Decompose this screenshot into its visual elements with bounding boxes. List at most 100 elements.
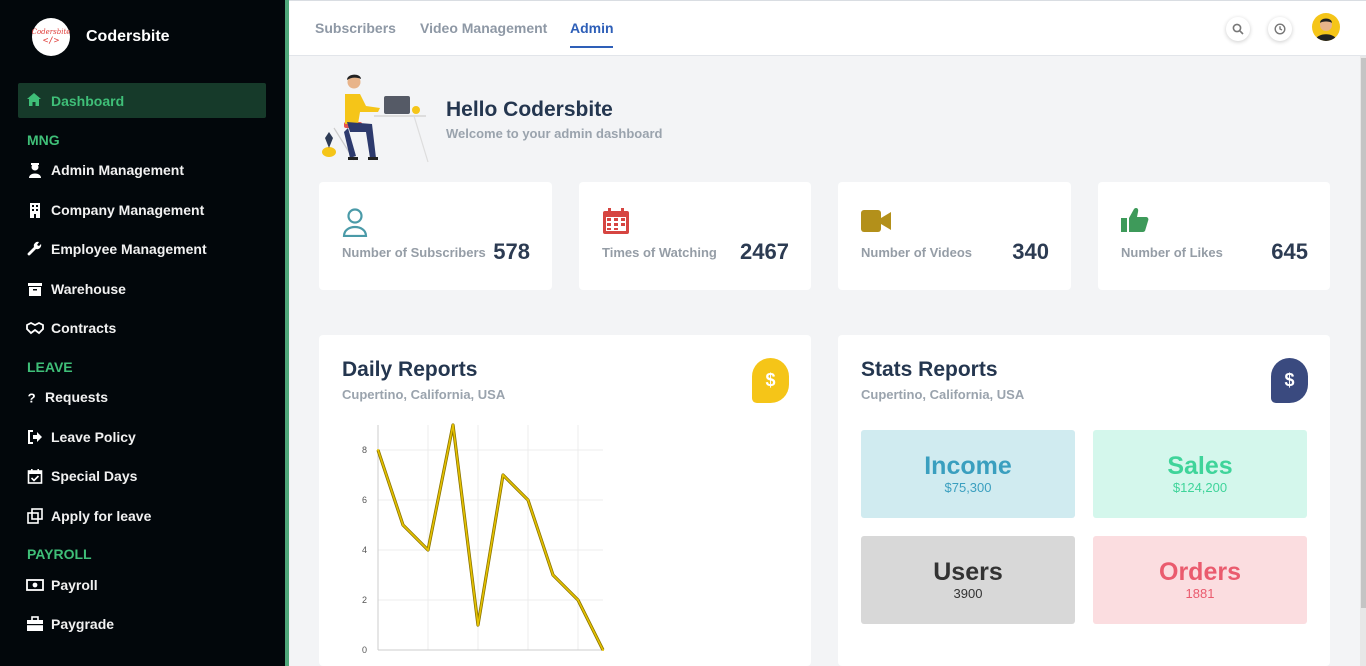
- tab-subscribers[interactable]: Subscribers: [315, 20, 396, 36]
- tile-value: 3900: [953, 586, 983, 601]
- wrench-icon: [25, 240, 45, 258]
- sales-tile[interactable]: Sales $124,200: [1093, 430, 1307, 518]
- data-point: [427, 549, 429, 551]
- stat-label: Number of Subscribers: [342, 245, 486, 260]
- archive-icon: [25, 280, 45, 298]
- daily-dollar-badge[interactable]: $: [752, 358, 789, 403]
- stat-card-watching[interactable]: Times of Watching 2467: [579, 182, 811, 290]
- sidebar-item-label: Admin Management: [51, 162, 185, 178]
- sidebar-item-label: Payroll: [51, 577, 98, 593]
- data-point: [527, 499, 529, 501]
- avatar-icon: [1315, 18, 1337, 41]
- thumbs-up-icon: [1121, 208, 1149, 232]
- user-icon: [342, 208, 368, 237]
- sidebar-item-payroll[interactable]: Payroll: [25, 576, 98, 594]
- page-scrollbar-thumb[interactable]: [1361, 58, 1366, 608]
- stat-value: 340: [1012, 239, 1049, 264]
- sidebar-item-employee-management[interactable]: Employee Management: [25, 240, 207, 258]
- sidebar-item-warehouse[interactable]: Warehouse: [25, 280, 126, 298]
- stats-dollar-badge[interactable]: $: [1271, 358, 1308, 403]
- hello-illustration: [322, 74, 429, 163]
- sidebar-item-contracts[interactable]: Contracts: [25, 319, 116, 337]
- stat-value: 2467: [740, 239, 789, 264]
- brand-name: Codersbite: [86, 28, 170, 45]
- sidebar-item-label: Dashboard: [51, 92, 125, 109]
- tile-label: Income: [924, 452, 1012, 480]
- stats-reports-card: Stats Reports Cupertino, California, USA…: [838, 335, 1330, 666]
- building-icon: [25, 201, 45, 219]
- y-tick-label: 8: [362, 445, 367, 455]
- sidebar-item-company-management[interactable]: Company Management: [25, 201, 204, 219]
- data-point: [602, 649, 604, 651]
- users-tile[interactable]: Users 3900: [861, 536, 1075, 624]
- section-mng: MNG: [27, 132, 60, 148]
- daily-line-chart: 8 6 4 2 0: [362, 423, 605, 655]
- brand[interactable]: Codersbite </> Codersbite: [32, 18, 170, 56]
- sidebar-item-requests[interactable]: ? Requests: [25, 388, 108, 406]
- search-icon: [1232, 23, 1244, 35]
- clock-icon: [1274, 23, 1286, 35]
- tab-admin[interactable]: Admin: [570, 20, 614, 36]
- sidebar-item-label: Company Management: [51, 202, 205, 218]
- tab-video-management[interactable]: Video Management: [420, 20, 547, 36]
- section-leave: LEAVE: [27, 359, 73, 375]
- y-tick-label: 4: [362, 545, 367, 555]
- user-secret-icon: [25, 161, 45, 179]
- sidebar-item-label: Special Days: [51, 468, 138, 484]
- tile-label: Orders: [1159, 558, 1241, 586]
- income-tile[interactable]: Income $75,300: [861, 430, 1075, 518]
- logo-code: </>: [42, 36, 60, 46]
- stat-label: Number of Likes: [1121, 245, 1223, 260]
- history-button[interactable]: [1268, 17, 1292, 41]
- search-button[interactable]: [1226, 17, 1250, 41]
- dollar-icon: $: [1284, 370, 1295, 390]
- data-point: [402, 524, 404, 526]
- sidebar-item-special-days[interactable]: Special Days: [25, 467, 137, 485]
- stat-value: 645: [1271, 239, 1308, 264]
- logo-text: Codersbite: [31, 28, 71, 36]
- sidebar-item-label: Employee Management: [51, 241, 207, 257]
- handshake-icon: [25, 319, 45, 337]
- sidebar-item-leave-policy[interactable]: Leave Policy: [25, 428, 136, 446]
- svg-text:?: ?: [28, 390, 36, 405]
- data-point: [477, 624, 479, 626]
- daily-reports-card: Daily Reports Cupertino, California, USA…: [319, 335, 811, 666]
- y-tick-label: 6: [362, 495, 367, 505]
- video-icon: [861, 210, 891, 232]
- sidebar-divider: [285, 0, 289, 666]
- top-navbar: Subscribers Video Management Admin: [289, 0, 1366, 56]
- stat-card-videos[interactable]: Number of Videos 340: [838, 182, 1071, 290]
- sidebar: Codersbite </> Codersbite Dashboard MNG …: [0, 0, 285, 666]
- active-tab-indicator: [570, 46, 613, 48]
- calendar-icon: [603, 208, 629, 234]
- user-avatar[interactable]: [1312, 13, 1340, 41]
- section-payroll: PAYROLL: [27, 546, 92, 562]
- stats-reports-title: Stats Reports: [861, 358, 998, 381]
- sidebar-item-label: Warehouse: [51, 281, 126, 297]
- sidebar-item-paygrade[interactable]: Paygrade: [25, 615, 114, 633]
- stat-card-likes[interactable]: Number of Likes 645: [1098, 182, 1330, 290]
- sidebar-item-apply-for-leave[interactable]: Apply for leave: [25, 507, 151, 525]
- orders-tile[interactable]: Orders 1881: [1093, 536, 1307, 624]
- sign-out-icon: [25, 428, 45, 446]
- copy-icon: [25, 507, 45, 525]
- brand-logo: Codersbite </>: [32, 18, 70, 56]
- hello-subtitle: Welcome to your admin dashboard: [446, 126, 663, 141]
- home-icon: [27, 92, 45, 109]
- stats-reports-subtitle: Cupertino, California, USA: [861, 387, 1025, 402]
- hello-title: Hello Codersbite: [446, 98, 613, 121]
- y-tick-label: 0: [362, 645, 367, 655]
- data-point: [452, 424, 454, 426]
- daily-reports-title: Daily Reports: [342, 358, 478, 381]
- sidebar-item-admin-management[interactable]: Admin Management: [25, 161, 184, 179]
- daily-reports-subtitle: Cupertino, California, USA: [342, 387, 506, 402]
- calendar-check-icon: [25, 467, 45, 485]
- sidebar-item-dashboard[interactable]: Dashboard: [18, 83, 266, 118]
- tile-label: Users: [933, 558, 1003, 586]
- tile-value: $124,200: [1172, 480, 1228, 495]
- sidebar-item-label: Requests: [45, 389, 109, 405]
- stat-card-subscribers[interactable]: Number of Subscribers 578: [319, 182, 552, 290]
- sidebar-item-label: Paygrade: [51, 616, 115, 632]
- data-point: [502, 474, 504, 476]
- money-bill-icon: [25, 576, 45, 594]
